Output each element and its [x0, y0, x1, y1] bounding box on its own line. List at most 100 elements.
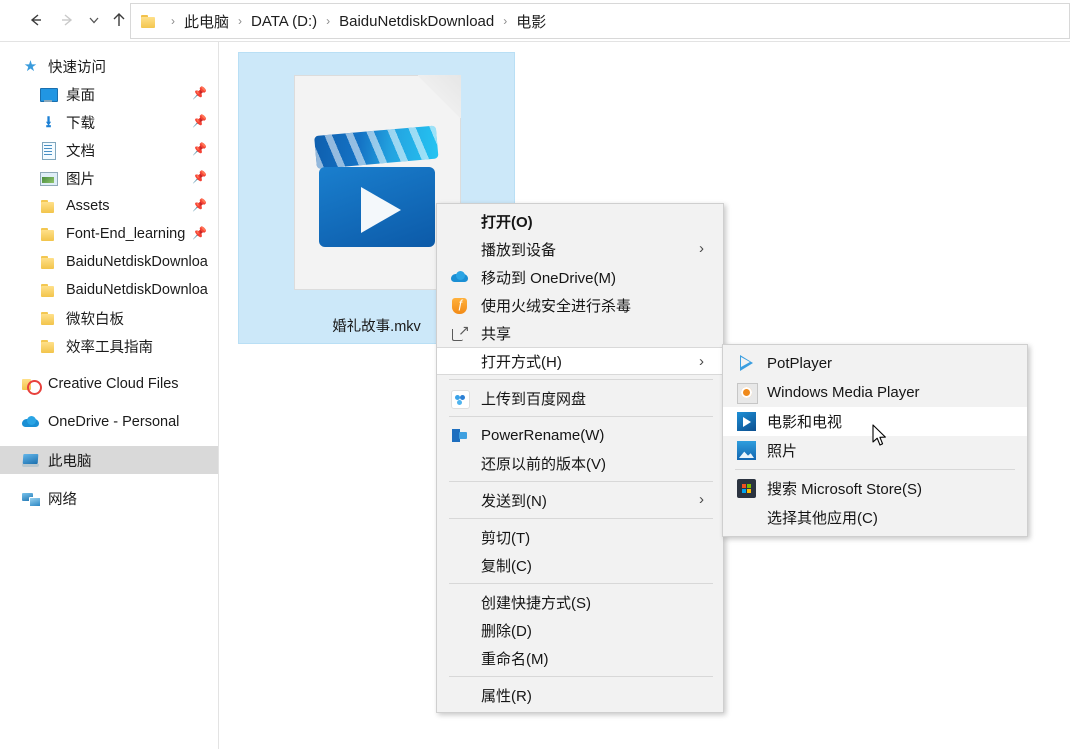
file-explorer-window: › 此电脑 › DATA (D:) › BaiduNetdiskDownload…	[0, 0, 1070, 749]
sidebar-item-assets[interactable]: Assets 📌	[0, 192, 218, 220]
sidebar-item-baidunetdiskdownload-2[interactable]: BaiduNetdiskDownloa	[0, 276, 218, 304]
up-button[interactable]	[105, 6, 133, 34]
arrow-left-icon	[30, 14, 41, 26]
context-menu-item-send-to[interactable]: 发送到(N) ›	[437, 486, 723, 514]
creative-cloud-icon	[22, 376, 42, 395]
breadcrumb-item-2[interactable]: BaiduNetdiskDownload	[337, 13, 496, 30]
nav-button-group	[0, 0, 130, 41]
clapper-body	[319, 167, 435, 247]
pin-icon[interactable]: 📌	[192, 115, 207, 128]
context-menu-item-create-shortcut[interactable]: 创建快捷方式(S)	[437, 588, 723, 616]
context-menu-item-label: PowerRename(W)	[481, 426, 605, 444]
context-menu-item-rename[interactable]: 重命名(M)	[437, 644, 723, 672]
context-menu[interactable]: 打开(O) 播放到设备 › 移动到 OneDrive(M) 使用火绒安全进行杀毒…	[436, 203, 724, 713]
photos-icon	[737, 441, 756, 460]
context-menu-item-upload-to-baidu[interactable]: 上传到百度网盘	[437, 384, 723, 412]
recent-locations-button[interactable]	[80, 6, 108, 34]
pin-icon[interactable]: 📌	[192, 227, 207, 240]
context-menu-item-open[interactable]: 打开(O)	[437, 207, 723, 235]
context-menu-item-copy[interactable]: 复制(C)	[437, 551, 723, 579]
folder-icon	[40, 198, 57, 215]
context-menu-item-label: 打开方式(H)	[481, 353, 562, 371]
sidebar-item-this-pc[interactable]: 此电脑	[0, 446, 218, 474]
sidebar-item-label: Assets	[66, 198, 110, 214]
folder-icon	[40, 254, 57, 271]
huorong-shield-icon	[451, 297, 468, 314]
pin-icon[interactable]: 📌	[192, 199, 207, 212]
context-menu-separator	[449, 518, 713, 519]
context-menu-item-share[interactable]: 共享	[437, 319, 723, 347]
context-menu-item-label: 上传到百度网盘	[481, 390, 587, 408]
back-button[interactable]	[22, 6, 50, 34]
breadcrumb-item-1[interactable]: DATA (D:)	[249, 13, 319, 30]
sidebar-item-quick-access[interactable]: ★ 快速访问	[0, 52, 218, 80]
submenu-item-label: 照片	[767, 443, 798, 460]
chevron-right-icon: ›	[699, 240, 704, 257]
sidebar-item-label: 效率工具指南	[66, 339, 153, 356]
documents-icon	[40, 141, 57, 160]
sidebar-item-baidunetdiskdownload-1[interactable]: BaiduNetdiskDownloa	[0, 248, 218, 276]
breadcrumb-separator-0[interactable]: ›	[164, 14, 182, 28]
context-menu-item-restore-previous-versions[interactable]: 还原以前的版本(V)	[437, 449, 723, 477]
submenu-item-search-microsoft-store[interactable]: 搜索 Microsoft Store(S)	[723, 474, 1027, 503]
this-pc-icon	[22, 452, 39, 469]
address-bar[interactable]: › 此电脑 › DATA (D:) › BaiduNetdiskDownload…	[130, 3, 1070, 39]
breadcrumb-separator-1[interactable]: ›	[231, 14, 249, 28]
sidebar-item-desktop[interactable]: 桌面 📌	[0, 80, 218, 108]
sidebar-item-label: 快速访问	[48, 59, 106, 76]
desktop-icon	[40, 86, 58, 103]
context-menu-item-label: 还原以前的版本(V)	[481, 455, 606, 473]
sidebar-item-creative-cloud-files[interactable]: Creative Cloud Files	[0, 370, 218, 398]
movies-and-tv-icon	[737, 412, 756, 431]
sidebar-item-downloads[interactable]: ⭳ 下载 📌	[0, 108, 218, 136]
sidebar-item-efficiency-tools[interactable]: 效率工具指南	[0, 332, 218, 360]
mouse-pointer-icon	[872, 424, 888, 448]
chevron-right-icon: ›	[699, 353, 704, 370]
sidebar-item-font-end-learning[interactable]: Font-End_learning 📌	[0, 220, 218, 248]
sidebar-item-label: 下载	[66, 115, 95, 132]
pin-icon[interactable]: 📌	[192, 143, 207, 156]
context-menu-item-cut[interactable]: 剪切(T)	[437, 523, 723, 551]
context-menu-item-cast-to-device[interactable]: 播放到设备 ›	[437, 235, 723, 263]
submenu-item-windows-media-player[interactable]: Windows Media Player	[723, 378, 1027, 407]
context-menu-item-huorong-scan[interactable]: 使用火绒安全进行杀毒	[437, 291, 723, 319]
context-menu-item-properties[interactable]: 属性(R)	[437, 681, 723, 709]
sidebar-item-network[interactable]: 网络	[0, 484, 218, 512]
context-menu-separator	[449, 379, 713, 380]
sidebar-item-documents[interactable]: 文档 📌	[0, 136, 218, 164]
folder-icon	[40, 282, 57, 299]
breadcrumb-item-3[interactable]: 电影	[514, 11, 548, 32]
arrow-right-icon	[62, 14, 73, 26]
onedrive-icon	[22, 414, 39, 431]
page-fold-corner	[417, 75, 461, 119]
chevron-down-icon	[89, 17, 99, 24]
forward-button[interactable]	[52, 6, 80, 34]
microsoft-store-icon	[737, 479, 756, 498]
context-menu-item-label: 重命名(M)	[481, 650, 549, 668]
context-menu-item-move-to-onedrive[interactable]: 移动到 OneDrive(M)	[437, 263, 723, 291]
pin-icon[interactable]: 📌	[192, 87, 207, 100]
navigation-toolbar: › 此电脑 › DATA (D:) › BaiduNetdiskDownload…	[0, 0, 1070, 41]
sidebar-item-onedrive-personal[interactable]: OneDrive - Personal	[0, 408, 218, 436]
navigation-pane: ★ 快速访问 桌面 📌 ⭳ 下载 📌 文档 📌 图片 📌 Assets 📌 Fo…	[0, 42, 219, 749]
context-menu-item-open-with[interactable]: 打开方式(H) ›	[437, 347, 723, 375]
onedrive-icon	[451, 269, 468, 286]
submenu-item-potplayer[interactable]: PotPlayer	[723, 349, 1027, 378]
sidebar-item-label: 此电脑	[48, 453, 92, 470]
submenu-item-choose-another-app[interactable]: 选择其他应用(C)	[723, 503, 1027, 532]
breadcrumb-separator-3[interactable]: ›	[496, 14, 514, 28]
submenu-item-label: Windows Media Player	[767, 384, 920, 401]
context-menu-item-label: 创建快捷方式(S)	[481, 594, 591, 612]
share-icon	[451, 322, 470, 342]
context-menu-item-delete[interactable]: 删除(D)	[437, 616, 723, 644]
context-menu-item-label: 发送到(N)	[481, 492, 547, 510]
sidebar-item-pictures[interactable]: 图片 📌	[0, 164, 218, 192]
windows-media-player-icon	[737, 383, 758, 404]
breadcrumb-item-0[interactable]: 此电脑	[182, 11, 231, 32]
breadcrumb-separator-2[interactable]: ›	[319, 14, 337, 28]
sidebar-item-label: 桌面	[66, 87, 95, 104]
sidebar-item-whiteboard[interactable]: 微软白板	[0, 304, 218, 332]
context-menu-item-powerrename[interactable]: PowerRename(W)	[437, 421, 723, 449]
context-menu-item-label: 播放到设备	[481, 241, 557, 259]
pin-icon[interactable]: 📌	[192, 171, 207, 184]
